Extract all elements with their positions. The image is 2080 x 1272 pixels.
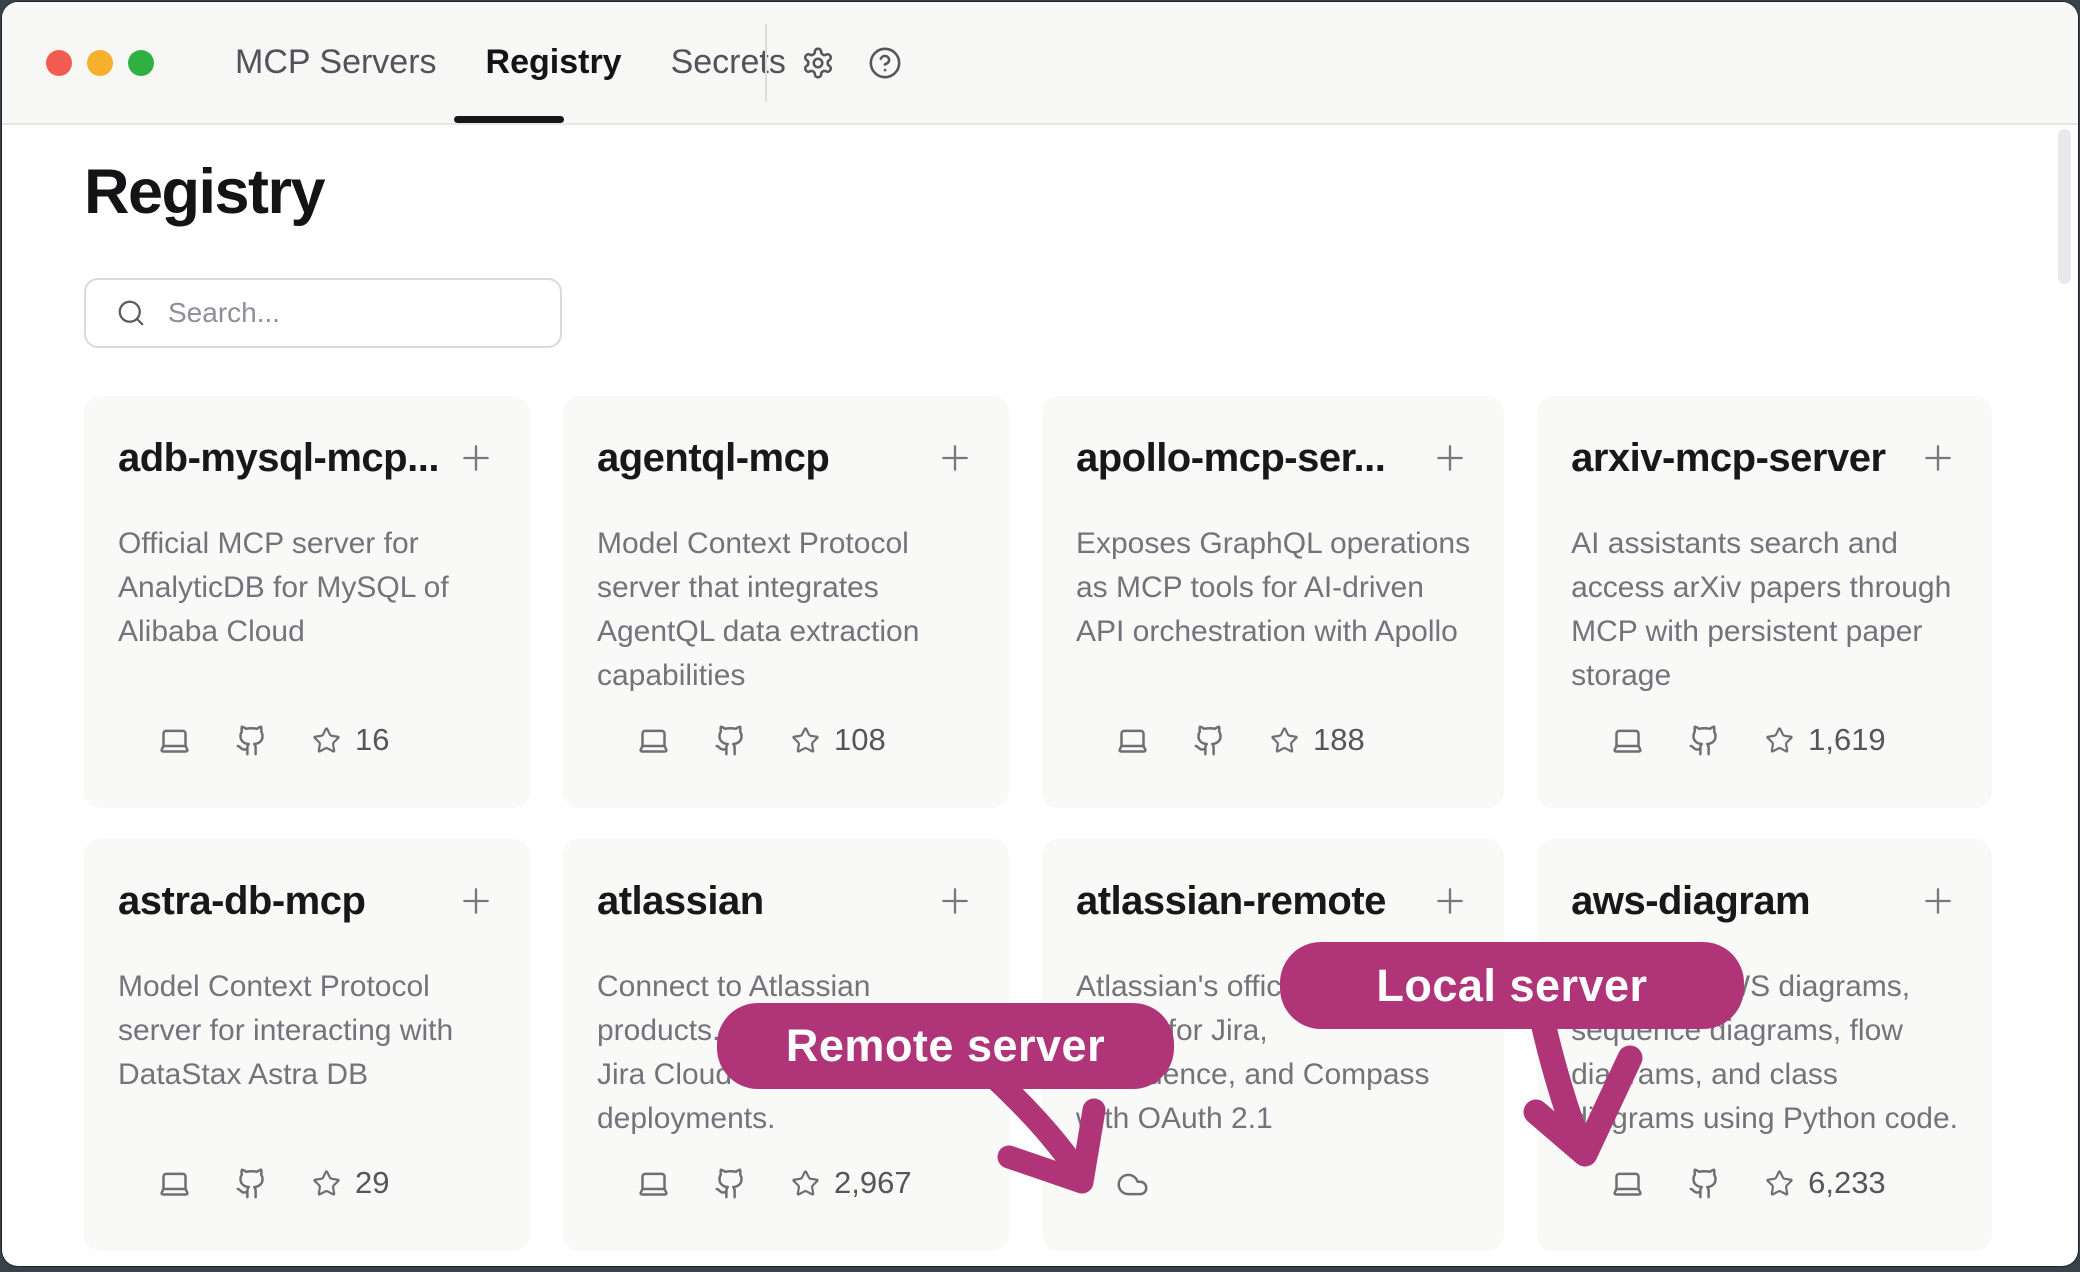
server-card[interactable]: aws-diagram Generate AWS diagrams,sequen… — [1537, 839, 1992, 1251]
server-card[interactable]: agentql-mcp Model Context Protocolserver… — [563, 396, 1009, 808]
laptop-icon — [158, 1167, 191, 1200]
github-icon — [1688, 724, 1721, 757]
card-footer: 108 — [637, 722, 886, 758]
server-card[interactable]: astra-db-mcp Model Context Protocolserve… — [84, 839, 530, 1251]
card-header: atlassian-remote — [1076, 877, 1470, 925]
page-title: Registry — [84, 154, 324, 230]
card-footer: 2,967 — [637, 1165, 912, 1201]
card-header: adb-mysql-mcp... — [118, 434, 496, 482]
github-icon — [1688, 1167, 1721, 1200]
traffic-lights — [46, 50, 154, 76]
search-input[interactable] — [168, 297, 528, 329]
server-description: Model Context Protocolserver that integr… — [597, 522, 975, 698]
github-icon — [235, 1167, 268, 1200]
card-footer: 6,233 — [1611, 1165, 1886, 1201]
star-count: 6,233 — [1808, 1165, 1886, 1201]
github-icon — [714, 1167, 747, 1200]
titlebar-divider — [765, 24, 767, 102]
star-count: 29 — [355, 1165, 389, 1201]
server-name: atlassian-remote — [1076, 877, 1386, 925]
server-name: adb-mysql-mcp... — [118, 434, 439, 482]
laptop-icon — [1116, 724, 1149, 757]
minimize-button[interactable] — [87, 50, 113, 76]
card-header: agentql-mcp — [597, 434, 975, 482]
server-description: AI assistants search andaccess arXiv pap… — [1571, 522, 1958, 698]
card-header: atlassian — [597, 877, 975, 925]
tab-registry[interactable]: Registry — [486, 43, 622, 82]
star-count: 16 — [355, 722, 389, 758]
star-icon — [312, 726, 341, 755]
add-server-button[interactable] — [1430, 438, 1470, 478]
card-footer: 16 — [158, 722, 389, 758]
card-header: astra-db-mcp — [118, 877, 496, 925]
card-header: arxiv-mcp-server — [1571, 434, 1958, 482]
server-grid: adb-mysql-mcp... Official MCP server for… — [84, 396, 1992, 1251]
search-icon — [116, 298, 146, 328]
add-server-button[interactable] — [1918, 881, 1958, 921]
server-card[interactable]: apollo-mcp-ser... Exposes GraphQL operat… — [1042, 396, 1504, 808]
add-server-button[interactable] — [456, 881, 496, 921]
laptop-icon — [637, 724, 670, 757]
remote-server-callout: Remote server — [717, 1003, 1174, 1089]
tab-secrets[interactable]: Secrets — [671, 43, 786, 82]
app-window: MCP Servers Registry Secrets Registry ad… — [2, 2, 2078, 1266]
active-tab-indicator — [454, 116, 564, 123]
zoom-button[interactable] — [128, 50, 154, 76]
card-footer: 1,619 — [1611, 722, 1886, 758]
tab-bar: MCP Servers Registry Secrets — [235, 2, 786, 123]
star-icon — [1270, 726, 1299, 755]
star-count: 108 — [834, 722, 886, 758]
star-icon — [1765, 1169, 1794, 1198]
star-count: 2,967 — [834, 1165, 912, 1201]
add-server-button[interactable] — [1918, 438, 1958, 478]
card-header: apollo-mcp-ser... — [1076, 434, 1470, 482]
laptop-icon — [637, 1167, 670, 1200]
card-footer: 188 — [1116, 722, 1365, 758]
github-icon — [1193, 724, 1226, 757]
server-name: aws-diagram — [1571, 877, 1810, 925]
card-footer — [1116, 1168, 1149, 1201]
scrollbar-thumb[interactable] — [2058, 129, 2071, 284]
local-server-callout: Local server — [1280, 942, 1744, 1029]
laptop-icon — [1611, 724, 1644, 757]
star-count: 1,619 — [1808, 722, 1886, 758]
server-card[interactable]: adb-mysql-mcp... Official MCP server for… — [84, 396, 530, 808]
star-icon — [1765, 726, 1794, 755]
add-server-button[interactable] — [1430, 881, 1470, 921]
star-icon — [791, 1169, 820, 1198]
server-name: atlassian — [597, 877, 764, 925]
card-header: aws-diagram — [1571, 877, 1958, 925]
add-server-button[interactable] — [935, 438, 975, 478]
server-card[interactable]: arxiv-mcp-server AI assistants search an… — [1537, 396, 1992, 808]
server-name: agentql-mcp — [597, 434, 829, 482]
star-icon — [312, 1169, 341, 1198]
settings-icon[interactable] — [801, 46, 835, 80]
star-count: 188 — [1313, 722, 1365, 758]
github-icon — [714, 724, 747, 757]
search-box — [84, 278, 562, 348]
github-icon — [235, 724, 268, 757]
server-description: Exposes GraphQL operationsas MCP tools f… — [1076, 522, 1470, 654]
card-footer: 29 — [158, 1165, 389, 1201]
help-icon[interactable] — [868, 46, 902, 80]
tab-mcp-servers[interactable]: MCP Servers — [235, 43, 437, 82]
titlebar: MCP Servers Registry Secrets — [2, 2, 2078, 125]
add-server-button[interactable] — [456, 438, 496, 478]
server-description: Official MCP server forAnalyticDB for My… — [118, 522, 496, 654]
server-name: apollo-mcp-ser... — [1076, 434, 1385, 482]
add-server-button[interactable] — [935, 881, 975, 921]
cloud-icon — [1116, 1168, 1149, 1201]
star-icon — [791, 726, 820, 755]
close-button[interactable] — [46, 50, 72, 76]
laptop-icon — [1611, 1167, 1644, 1200]
server-name: arxiv-mcp-server — [1571, 434, 1885, 482]
server-description: Model Context Protocolserver for interac… — [118, 965, 496, 1097]
laptop-icon — [158, 724, 191, 757]
server-name: astra-db-mcp — [118, 877, 365, 925]
